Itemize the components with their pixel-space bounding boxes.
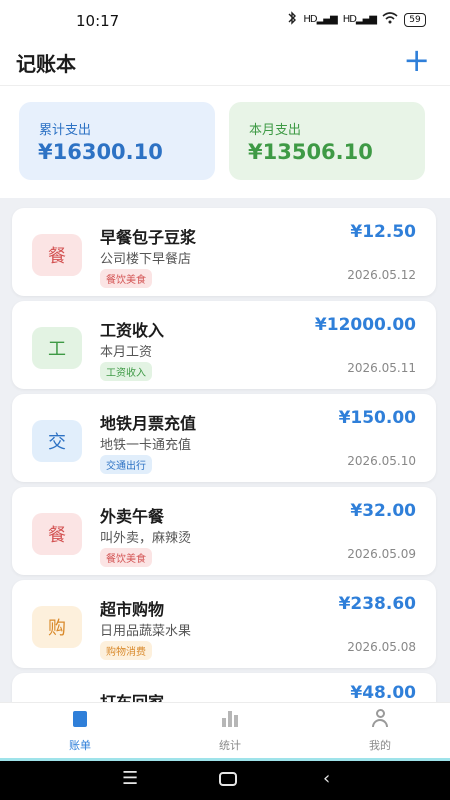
total-expense-label: 累计支出 <box>39 123 92 138</box>
signal-label: HD <box>342 14 357 25</box>
record-note: 日用品蔬菜水果 <box>100 624 192 639</box>
record-item[interactable]: 餐 外卖午餐 叫外卖，麻辣烫 餐饮美食 ¥32.00 2026.05.09 <box>12 487 436 575</box>
record-date: 2026.05.09 <box>347 547 416 561</box>
month-expense-card: 本月支出 ¥13506.10 <box>229 102 425 180</box>
record-note: 公司楼下早餐店 <box>100 252 192 267</box>
total-expense-card: 累计支出 ¥16300.10 <box>19 102 215 180</box>
signal-icon: HD▂▄▆ <box>303 14 337 25</box>
record-name: 地铁月票充值 <box>100 414 197 433</box>
category-icon: 餐 <box>32 234 82 276</box>
tab-statistics-label: 统计 <box>219 739 241 752</box>
record-item[interactable]: 餐 早餐包子豆浆 公司楼下早餐店 餐饮美食 ¥12.50 2026.05.12 <box>12 208 436 296</box>
category-tag: 餐饮美食 <box>100 269 152 288</box>
system-nav-bar: ☰ ‹ <box>0 758 450 800</box>
status-time: 10:17 <box>76 12 120 30</box>
status-bar: 10:17 HD▂▄▆ HD▂▄▆ 59 <box>0 0 450 38</box>
tab-bill-label: 账单 <box>69 739 91 752</box>
tab-bill[interactable]: 账单 <box>5 703 155 759</box>
menu-icon[interactable]: ☰ <box>122 768 138 789</box>
category-icon: 餐 <box>32 513 82 555</box>
category-tag: 购物消费 <box>100 641 152 660</box>
bill-icon <box>5 709 155 732</box>
record-date: 2026.05.10 <box>347 454 416 468</box>
tab-profile-label: 我的 <box>369 739 391 752</box>
month-expense-value: ¥13506.10 <box>248 140 373 164</box>
page-title: 记账本 <box>16 52 76 76</box>
record-name: 超市购物 <box>100 600 165 619</box>
category-tag: 交通出行 <box>100 455 152 474</box>
record-list[interactable]: 餐 早餐包子豆浆 公司楼下早餐店 餐饮美食 ¥12.50 2026.05.12 … <box>0 198 450 702</box>
record-note: 地铁一卡通充值 <box>100 438 192 453</box>
record-date: 2026.05.12 <box>347 268 416 282</box>
battery-icon: 59 <box>404 12 426 27</box>
tab-statistics[interactable]: 统计 <box>155 703 305 759</box>
back-icon[interactable]: ‹ <box>323 768 330 789</box>
status-icons: HD▂▄▆ HD▂▄▆ 59 <box>287 11 426 28</box>
record-item[interactable]: 工 工资收入 本月工资 工资收入 ¥12000.00 2026.05.11 <box>12 301 436 389</box>
add-record-button[interactable]: + <box>403 40 430 80</box>
bottom-tab-bar: 账单 统计 我的 <box>0 702 450 758</box>
month-expense-label: 本月支出 <box>249 123 302 138</box>
category-tag: 工资收入 <box>100 362 152 381</box>
signal-label: HD <box>303 14 317 25</box>
record-amount: ¥32.00 <box>350 501 416 521</box>
record-item[interactable]: 交 地铁月票充值 地铁一卡通充值 交通出行 ¥150.00 2026.05.10 <box>12 394 436 482</box>
total-expense-value: ¥16300.10 <box>38 140 163 164</box>
bluetooth-icon <box>287 11 297 28</box>
record-name: 工资收入 <box>100 321 165 340</box>
record-date: 2026.05.11 <box>347 361 416 375</box>
category-tag: 餐饮美食 <box>100 548 152 567</box>
category-icon: 购 <box>32 606 82 648</box>
signal-icon: HD▂▄▆ <box>342 14 377 25</box>
chart-icon <box>155 709 305 732</box>
record-amount: ¥12.50 <box>350 222 416 242</box>
profile-icon <box>305 709 450 732</box>
record-note: 本月工资 <box>100 345 153 360</box>
record-amount: ¥150.00 <box>338 408 416 428</box>
record-amount: ¥12000.00 <box>314 315 416 335</box>
home-icon[interactable] <box>219 772 237 786</box>
app-header: 记账本 + <box>0 38 450 86</box>
record-name: 外卖午餐 <box>100 507 165 526</box>
category-icon: 交 <box>32 420 82 462</box>
tab-profile[interactable]: 我的 <box>305 703 450 759</box>
record-date: 2026.05.08 <box>347 640 416 654</box>
wifi-icon <box>382 12 398 27</box>
record-name: 早餐包子豆浆 <box>100 228 197 247</box>
record-item[interactable]: 打车回家 ¥48.00 <box>12 673 436 702</box>
record-amount: ¥48.00 <box>350 683 416 702</box>
record-name: 打车回家 <box>100 689 164 702</box>
category-icon: 工 <box>32 327 82 369</box>
summary-section: 累计支出 ¥16300.10 本月支出 ¥13506.10 <box>0 86 450 198</box>
record-item[interactable]: 购 超市购物 日用品蔬菜水果 购物消费 ¥238.60 2026.05.08 <box>12 580 436 668</box>
record-amount: ¥238.60 <box>338 594 416 614</box>
record-note: 叫外卖，麻辣烫 <box>100 531 192 546</box>
